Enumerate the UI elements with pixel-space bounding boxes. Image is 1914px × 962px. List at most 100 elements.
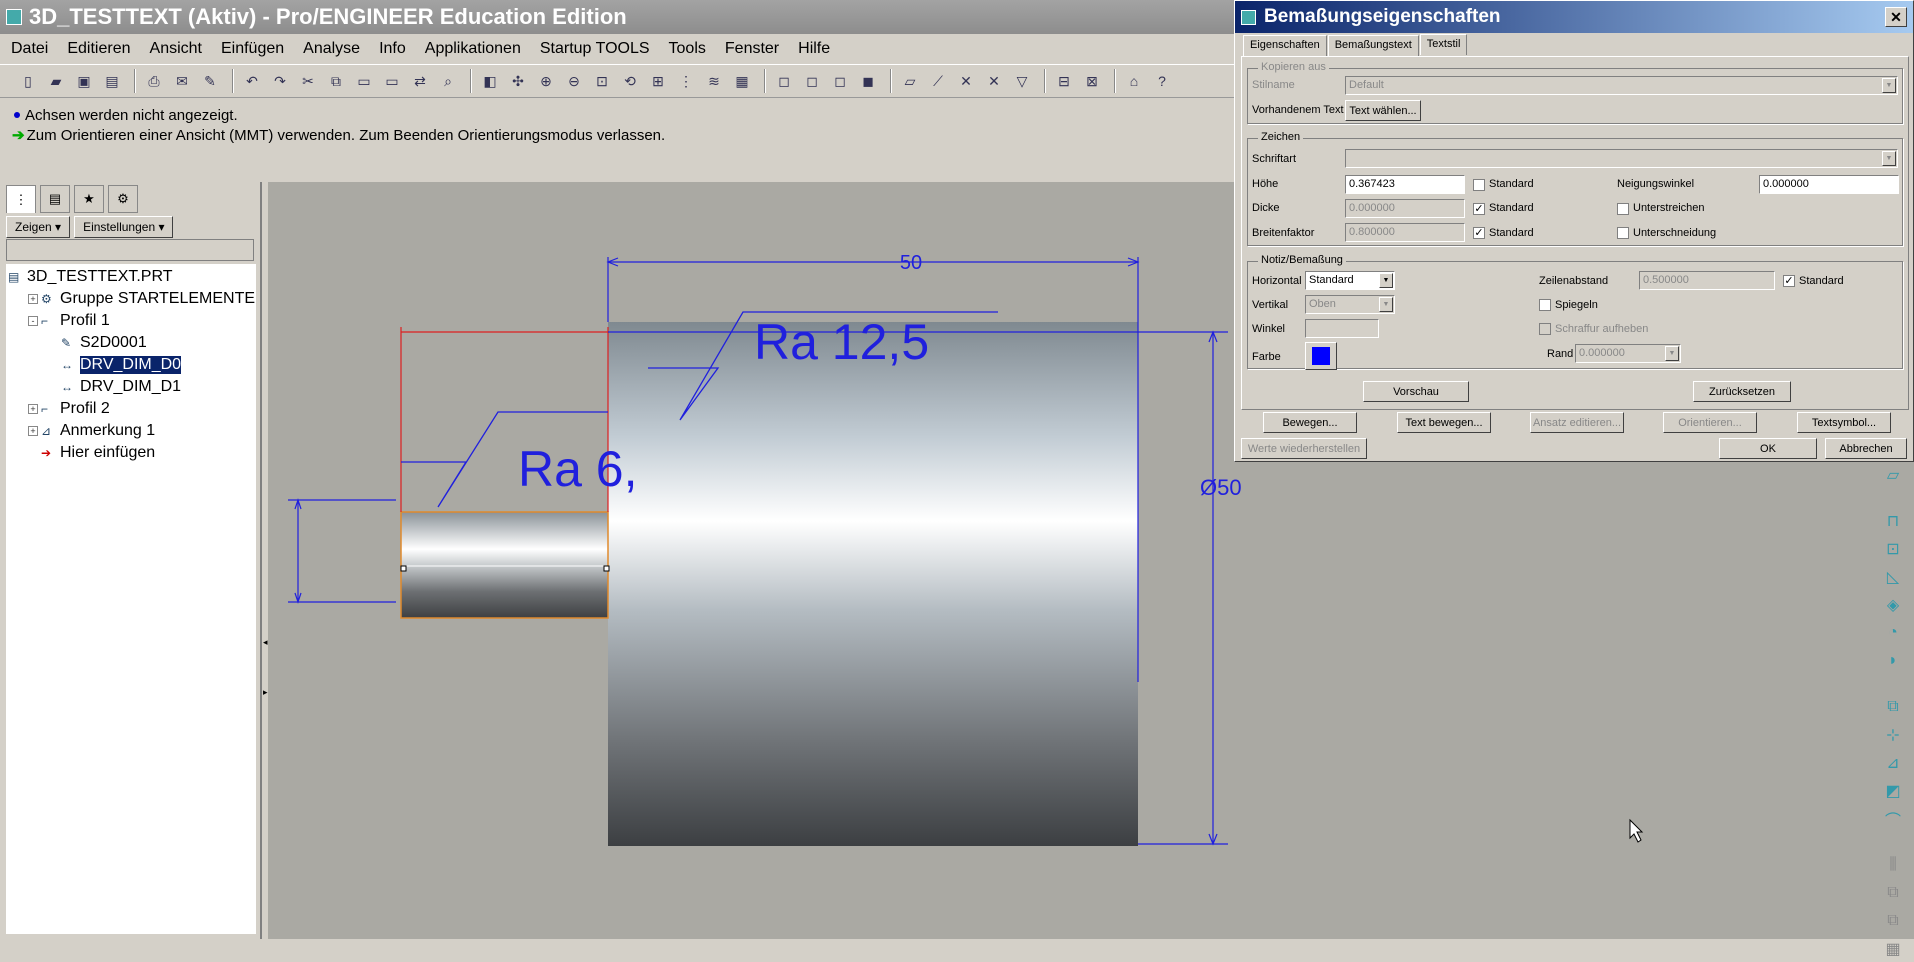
reset-button[interactable]: Zurücksetzen (1693, 381, 1791, 402)
menu-tools[interactable]: Tools (666, 38, 709, 60)
selection-handle[interactable] (603, 565, 610, 572)
rib-tool-icon[interactable]: ⊹ (1880, 722, 1906, 748)
send-icon[interactable]: ✉ (170, 69, 194, 93)
expand-icon[interactable]: + (28, 294, 38, 304)
menu-einfuegen[interactable]: Einfügen (218, 38, 287, 60)
menu-fenster[interactable]: Fenster (722, 38, 782, 60)
layers-icon[interactable]: ≋ (702, 69, 726, 93)
revolve-tool-icon[interactable]: ⊡ (1880, 536, 1906, 562)
margin-select[interactable]: 0.000000 ▼ (1575, 344, 1681, 363)
refit-icon[interactable]: ⊡ (590, 69, 614, 93)
home-icon[interactable]: ⌂ (1122, 69, 1146, 93)
dimension-small-diameter[interactable] (288, 498, 396, 604)
favorites-tab-icon[interactable]: ★ (74, 185, 104, 213)
color-button[interactable] (1305, 342, 1337, 370)
line-spacing-standard-checkbox[interactable]: ✓ (1783, 275, 1795, 287)
print-icon[interactable]: ⎙ (142, 69, 166, 93)
sketch-tool-icon[interactable]: ⌒ (1880, 806, 1906, 832)
datum-axes-icon[interactable]: ⟋ (926, 69, 950, 93)
zoom-in-icon[interactable]: ⊕ (534, 69, 558, 93)
tree-item[interactable]: + ⚙ Gruppe STARTELEMENTE (6, 288, 256, 310)
tree-item[interactable]: ✎ S2D0001 (6, 332, 256, 354)
cut-icon[interactable]: ✂ (296, 69, 320, 93)
vertical-select[interactable]: Oben ▼ (1305, 295, 1395, 314)
expand-icon[interactable]: + (28, 426, 38, 436)
round-tool-icon[interactable]: ◗ (1880, 648, 1906, 674)
datum-points-icon[interactable]: ✕ (954, 69, 978, 93)
main-cylinder[interactable] (608, 322, 1138, 846)
zoom-out-icon[interactable]: ⊖ (562, 69, 586, 93)
ok-button[interactable]: OK (1719, 438, 1817, 459)
thickness-standard-checkbox[interactable]: ✓ (1473, 203, 1485, 215)
tab-textstil[interactable]: Textstil (1419, 34, 1468, 55)
hole-tool-icon[interactable]: ◔ (1880, 620, 1906, 646)
chamfer-tool-icon[interactable]: ◩ (1880, 778, 1906, 804)
mirror-checkbox[interactable] (1539, 299, 1551, 311)
reorient-icon[interactable]: ⟲ (618, 69, 642, 93)
open-folder-icon[interactable]: ▰ (44, 69, 68, 93)
paste-icon[interactable]: ▭ (352, 69, 376, 93)
copy-icon[interactable]: ⧉ (324, 69, 348, 93)
menu-analyse[interactable]: Analyse (300, 38, 363, 60)
sweep-tool-icon[interactable]: ◺ (1880, 564, 1906, 590)
window-activate-icon[interactable]: ⊟ (1052, 69, 1076, 93)
text-symbol-button[interactable]: Textsymbol... (1797, 412, 1891, 433)
blend-tool-icon[interactable]: ◈ (1880, 592, 1906, 618)
shading-icon[interactable]: ◼ (856, 69, 880, 93)
datum-planes-icon[interactable]: ⏥ (898, 69, 922, 93)
spin-center-icon[interactable]: ✣ (506, 69, 530, 93)
expand-icon[interactable]: + (28, 404, 38, 414)
draft-tool-icon[interactable]: ⊿ (1880, 750, 1906, 776)
collapse-left-icon[interactable]: ◂ (263, 637, 268, 648)
height-standard-checkbox[interactable] (1473, 179, 1485, 191)
menu-datei[interactable]: Datei (8, 38, 51, 60)
datum-plane-tool-icon[interactable]: ⏥ (1880, 462, 1906, 488)
coordinate-systems-icon[interactable]: ✕ (982, 69, 1006, 93)
menu-editieren[interactable]: Editieren (64, 38, 133, 60)
angle-field[interactable] (1305, 319, 1379, 338)
tree-item[interactable]: - ⌐ Profil 1 (6, 310, 256, 332)
saved-views-icon[interactable]: ⊞ (646, 69, 670, 93)
model-tree-tab-icon[interactable]: ⋮ (6, 185, 36, 213)
menu-applikationen[interactable]: Applikationen (422, 38, 524, 60)
cancel-button[interactable]: Abbrechen (1825, 438, 1907, 459)
tree-item[interactable]: ▤ 3D_TESTTEXT.PRT (6, 266, 256, 288)
mirror-tool-icon[interactable]: ⫼ (1880, 852, 1906, 878)
repaint-icon[interactable]: ◧ (478, 69, 502, 93)
tree-filter-field[interactable] (6, 239, 254, 261)
no-hidden-icon[interactable]: ◻ (828, 69, 852, 93)
find-icon[interactable]: ⌕ (436, 69, 460, 93)
save-as-icon[interactable]: ▤ (100, 69, 124, 93)
merge-tool-icon[interactable]: ⧉ (1880, 908, 1906, 934)
extrude-tool-icon[interactable]: ⊓ (1880, 508, 1906, 534)
surface-finish-left-text[interactable]: Ra 6, (518, 441, 638, 497)
height-field[interactable]: 0.367423 (1345, 175, 1465, 194)
tab-eigenschaften[interactable]: Eigenschaften (1243, 35, 1327, 56)
menu-hilfe[interactable]: Hilfe (795, 38, 833, 60)
expand-right-icon[interactable]: ▸ (263, 687, 268, 698)
edit-attachment-button[interactable]: Ansatz editieren... (1530, 412, 1624, 433)
hidden-line-icon[interactable]: ◻ (800, 69, 824, 93)
menu-ansicht[interactable]: Ansicht (147, 38, 205, 60)
tab-bemassungstext[interactable]: Bemaßungstext (1327, 35, 1419, 56)
kerning-checkbox[interactable] (1617, 227, 1629, 239)
save-icon[interactable]: ▣ (72, 69, 96, 93)
menu-info[interactable]: Info (376, 38, 409, 60)
small-cylinder[interactable] (400, 511, 609, 619)
dimension-diameter-50[interactable] (1138, 330, 1228, 846)
tree-item[interactable]: ➔ Hier einfügen (6, 442, 256, 464)
dimension-diameter-text[interactable]: Ø50 (1200, 475, 1242, 500)
hatch-checkbox[interactable] (1539, 323, 1551, 335)
pattern-tool-icon[interactable]: ⧉ (1880, 880, 1906, 906)
thickness-field[interactable]: 0.000000 (1345, 199, 1465, 218)
line-spacing-field[interactable]: 0.500000 (1639, 271, 1775, 290)
folder-browser-tab-icon[interactable]: ▤ (40, 185, 70, 213)
surface-finish-top-text[interactable]: Ra 12,5 (754, 314, 929, 370)
connections-tab-icon[interactable]: ⚙ (108, 185, 138, 213)
tree-item[interactable]: + ⌐ Profil 2 (6, 398, 256, 420)
settings-dropdown[interactable]: Einstellungen ▾ (74, 216, 174, 238)
font-select[interactable]: ▼ (1345, 149, 1898, 168)
tree-item[interactable]: + ⊿ Anmerkung 1 (6, 420, 256, 442)
tree-item[interactable]: ↔ DRV_DIM_D1 (6, 376, 256, 398)
trim-tool-icon[interactable]: ▦ (1880, 936, 1906, 962)
